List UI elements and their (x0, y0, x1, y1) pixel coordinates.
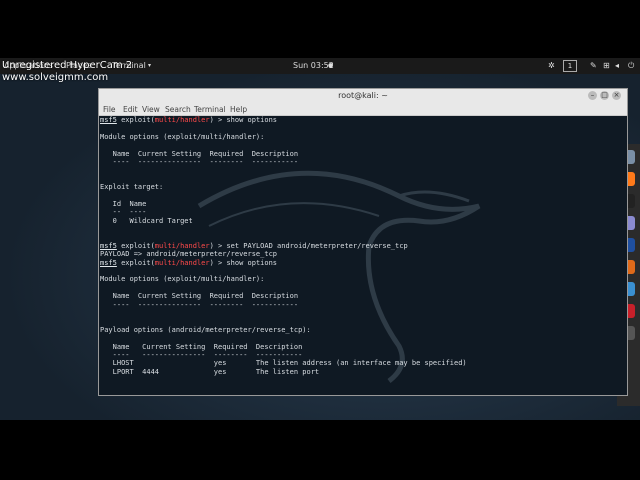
output-line: -- ---- (100, 208, 147, 217)
command-line: msf5 exploit(multi/handler) > set PAYLOA… (100, 241, 408, 250)
watermark-line-2: www.solveigmm.com (2, 72, 109, 83)
output-line: Exploit target: (100, 183, 164, 192)
msf-prompt: msf5 (100, 116, 117, 124)
output-line: LHOST yes The listen address (an interfa… (100, 359, 467, 368)
menu-edit[interactable]: Edit (123, 105, 138, 114)
tools-icon[interactable]: ✎ (590, 61, 597, 70)
workspace-indicator[interactable]: 1 (563, 60, 577, 72)
output-line: Module options (exploit/multi/handler): (100, 275, 265, 284)
command-line: msf5 exploit(multi/handler) > show optio… (100, 258, 278, 267)
output-line: Name Current Setting Required Descriptio… (100, 149, 299, 158)
output-line: Payload options (android/meterpreter/rev… (100, 325, 311, 334)
volume-icon[interactable]: ◂ (615, 61, 619, 70)
notification-dot-icon: ● (328, 62, 334, 69)
module-name: multi/handler (154, 258, 210, 267)
module-name: multi/handler (154, 116, 210, 124)
output-line: Name Current Setting Required Descriptio… (100, 292, 299, 301)
output-line: PAYLOAD => android/meterpreter/reverse_t… (100, 250, 278, 259)
network-icon[interactable]: ⊞ (603, 61, 610, 70)
terminal-window[interactable]: root@kali: ~ – □ × File Edit View Search… (98, 88, 628, 396)
output-line: ---- --------------- -------- ----------… (100, 350, 303, 359)
terminal-output[interactable]: msf5 exploit(multi/handler) > show optio… (99, 116, 627, 395)
output-line: LPORT 4444 yes The listen port (100, 367, 320, 376)
window-menubar: File Edit View Search Terminal Help (99, 103, 627, 116)
output-line: ---- --------------- -------- ----------… (100, 157, 299, 166)
minimize-button[interactable]: – (588, 91, 597, 100)
power-menu-icon[interactable]: ⏻ (628, 61, 634, 71)
command-line: msf5 exploit(multi/handler) > show optio… (100, 116, 278, 124)
watermark-line-1: Unregistered HyperCam 2 (2, 60, 133, 71)
window-title: root@kali: ~ (338, 91, 388, 100)
output-line: Name Current Setting Required Descriptio… (100, 342, 303, 351)
maximize-button[interactable]: □ (600, 91, 609, 100)
output-line: Module options (exploit/multi/handler): (100, 132, 265, 141)
window-titlebar[interactable]: root@kali: ~ – □ × (99, 89, 627, 103)
chevron-down-icon[interactable]: ▾ (148, 62, 151, 69)
msf-prompt: msf5 (100, 241, 117, 250)
accessibility-icon[interactable]: ✲ (548, 61, 555, 70)
menu-view[interactable]: View (142, 105, 160, 114)
menu-help[interactable]: Help (230, 105, 247, 114)
output-line: Id Name (100, 199, 147, 208)
msf-prompt: msf5 (100, 258, 117, 267)
output-line: 0 Wildcard Target (100, 216, 193, 225)
menu-terminal[interactable]: Terminal (194, 105, 226, 114)
terminal-lines: msf5 exploit(multi/handler) > show optio… (100, 116, 467, 376)
output-line: ---- --------------- -------- ----------… (100, 300, 299, 309)
close-button[interactable]: × (612, 91, 621, 100)
menu-search[interactable]: Search (165, 105, 191, 114)
module-name: multi/handler (154, 241, 210, 250)
menu-file[interactable]: File (103, 105, 116, 114)
